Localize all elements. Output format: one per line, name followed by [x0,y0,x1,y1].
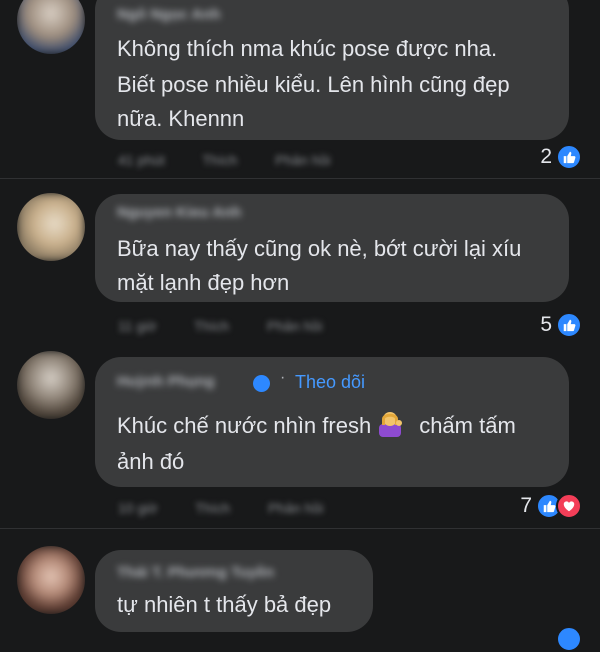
comment-line-part: chấm tấm [419,413,516,438]
like-link[interactable]: Thích [194,318,229,334]
comment-bubble: Huỳnh Phụng · Theo dõi Khúc chế nước nhì… [95,357,569,487]
comment-actions: 41 phút Thích Phản hồi [118,152,365,168]
comment-line: nữa. Khennn [117,106,245,131]
like-icon [556,312,582,338]
like-link[interactable]: Thích [195,500,230,516]
love-icon [556,493,582,519]
reaction-count: 2 [540,145,552,168]
comment-line-part: Khúc chế nước nhìn fresh [117,413,372,438]
comment-author[interactable]: Huỳnh Phụng [117,373,215,390]
comment-actions: 11 giờ Thích Phản hồi [118,318,356,334]
reaction-summary[interactable]: 5 [540,312,582,338]
comment-line: ảnh đó [117,449,185,474]
reply-link[interactable]: Phản hồi [268,500,323,516]
comment-author[interactable]: Thái T. Phương Tuyền [117,564,274,581]
reaction-summary-partial[interactable] [556,626,582,652]
comment-bubble: Thái T. Phương Tuyền tự nhiên t thấy bả … [95,550,373,632]
woman-tipping-hand-emoji-icon [377,409,403,437]
divider [0,178,600,179]
reaction-summary[interactable]: 2 [540,144,582,170]
comment-bubble: Nguyen Kieu Anh Bữa nay thấy cũng ok nè,… [95,194,569,302]
comment-line: mặt lạnh đẹp hơn [117,270,290,295]
comment-time[interactable]: 41 phút [118,152,165,168]
follow-link[interactable]: Theo dõi [295,372,365,393]
comment-actions: 10 giờ Thích Phản hồi [118,500,357,516]
comment-author[interactable]: Ngô Ngọc Anh [117,6,221,23]
comment-bubble: Ngô Ngọc Anh Không thích nma khúc pose đ… [95,0,569,140]
comment-line: Biết pose nhiều kiểu. Lên hình cũng đẹp [117,72,510,97]
reply-link[interactable]: Phản hồi [267,318,322,334]
avatar[interactable] [17,193,85,261]
reaction-count: 5 [540,313,552,336]
comment-line: Bữa nay thấy cũng ok nè, bớt cười lại xí… [117,236,522,261]
comment-time[interactable]: 11 giờ [118,318,157,334]
comment-line: Khúc chế nước nhìn fresh chấm tấm [117,409,516,443]
comment-author[interactable]: Nguyen Kieu Anh [117,204,241,221]
like-icon [556,626,582,652]
avatar[interactable] [17,546,85,614]
comment-time[interactable]: 10 giờ [118,500,158,516]
avatar[interactable] [17,351,85,419]
like-link[interactable]: Thích [202,152,237,168]
verified-badge-icon [253,375,270,392]
dot-separator: · [280,369,286,386]
comment-line: tự nhiên t thấy bả đẹp [117,592,332,617]
like-icon [556,144,582,170]
comment-line: Không thích nma khúc pose được nha. [117,36,498,61]
reaction-summary[interactable]: 7 [520,493,582,519]
reaction-count: 7 [520,494,532,517]
divider [0,528,600,529]
avatar[interactable] [17,0,85,54]
reply-link[interactable]: Phản hồi [275,152,330,168]
